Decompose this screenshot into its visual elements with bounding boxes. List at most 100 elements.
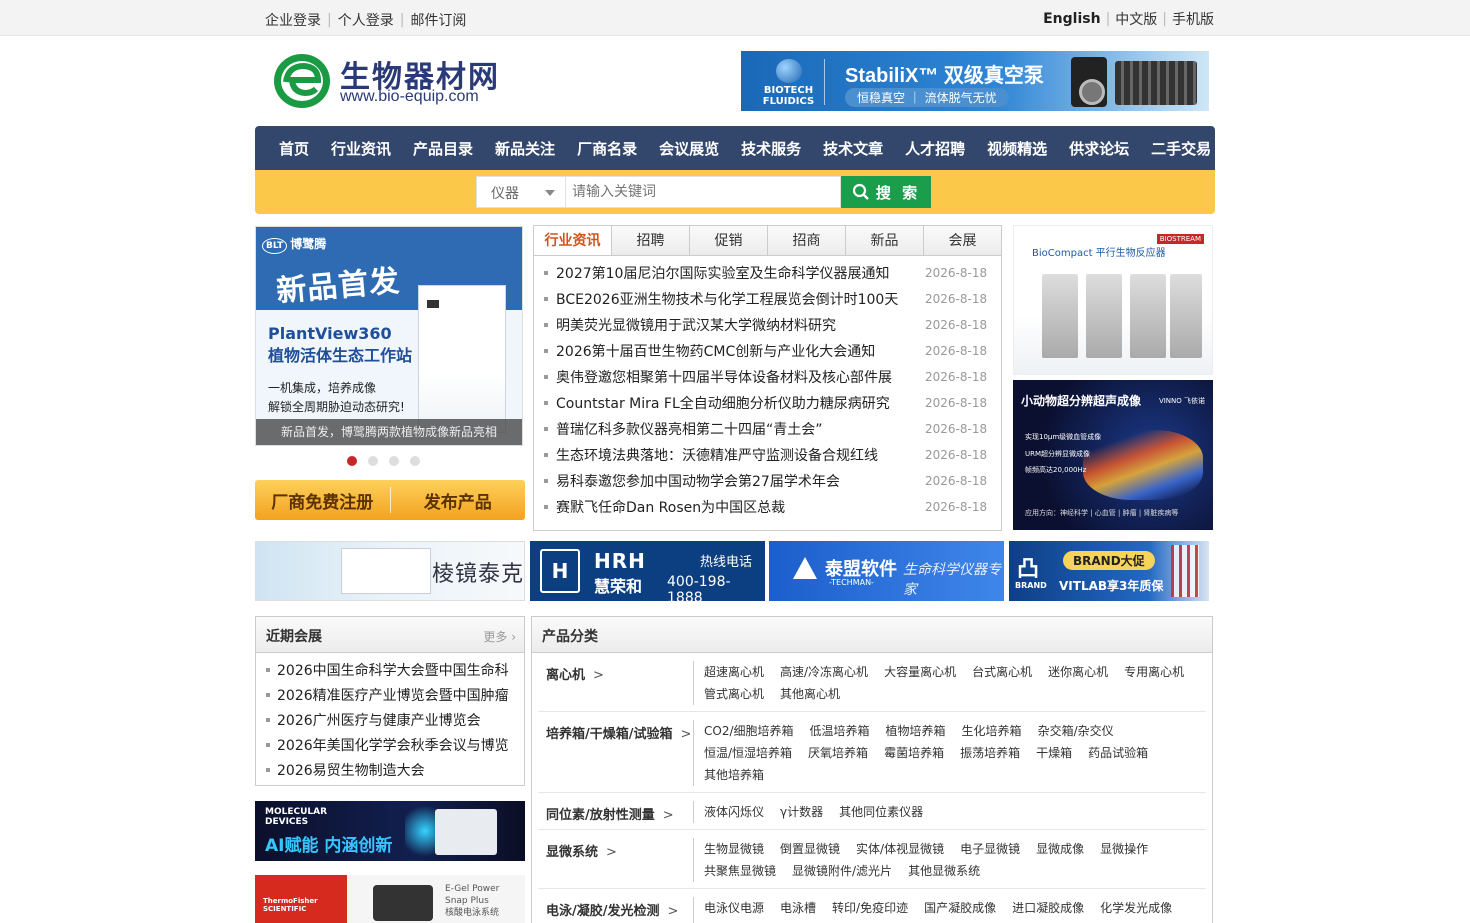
list-item[interactable]: 2026广州医疗与健康产业博览会 (266, 707, 524, 732)
tab-industry-news[interactable]: 行业资讯 (534, 226, 611, 255)
exhibition-title[interactable]: 2026广州医疗与健康产业博览会 (277, 710, 481, 730)
subcategory-link[interactable]: 恒温/恒湿培养箱 (704, 742, 792, 764)
subcategory-link[interactable]: 干燥箱 (1036, 742, 1072, 764)
news-title[interactable]: 奥伟登邀您相聚第十四届半导体设备材料及核心部件展 (556, 367, 921, 387)
list-item[interactable]: 易科泰邀您参加中国动物学会第27届学术年会 2026-8-18 (544, 468, 1001, 494)
nav-vendors[interactable]: 厂商名录 (577, 138, 637, 159)
slide-dot[interactable] (347, 456, 357, 466)
featured-slideshow[interactable]: BLT 博鹭腾 新品首发 PlantView360 植物活体生态工作站 一机集成，… (255, 226, 523, 446)
nav-secondhand[interactable]: 二手交易 (1151, 138, 1211, 159)
category-name-text[interactable]: 电泳/凝胶/发光检测 (546, 904, 660, 919)
nav-videos[interactable]: 视频精选 (987, 138, 1047, 159)
news-title[interactable]: 普瑞亿科多款仪器亮相第二十四届“青土会” (556, 419, 921, 439)
news-title[interactable]: BCE2026亚洲生物技术与化学工程展览会倒计时100天 (556, 289, 921, 309)
subcategory-link[interactable]: 国产凝胶成像 (924, 897, 996, 919)
tab-jobs[interactable]: 招聘 (611, 226, 689, 255)
subcategory-link[interactable]: 生物显微镜 (704, 838, 764, 860)
list-item[interactable]: 普瑞亿科多款仪器亮相第二十四届“青土会” 2026-8-18 (544, 416, 1001, 442)
nav-forum[interactable]: 供求论坛 (1069, 138, 1129, 159)
news-title[interactable]: 2027第10届尼泊尔国际实验室及生命科学仪器展通知 (556, 263, 921, 283)
news-title[interactable]: 明美荧光显微镜用于武汉某大学微纳材料研究 (556, 315, 921, 335)
prism-ad[interactable]: 棱镜泰克 (255, 541, 525, 601)
category-name[interactable]: 显微系统 > (538, 840, 693, 882)
site-logo[interactable]: 生物器材网 www.bio-equip.com (272, 50, 512, 112)
category-name-text[interactable]: 同位素/放射性测量 (546, 808, 655, 823)
exhibition-title[interactable]: 2026易贸生物制造大会 (277, 760, 425, 780)
nav-home[interactable]: 首页 (279, 138, 309, 159)
news-title[interactable]: 赛默飞任命Dan Rosen为中国区总裁 (556, 497, 921, 517)
thermofisher-ad[interactable]: ThermoFisher SCIENTIFIC E-Gel Power Snap P… (255, 875, 525, 923)
subcategory-link[interactable]: 迷你离心机 (1048, 661, 1108, 683)
nav-new-products[interactable]: 新品关注 (495, 138, 555, 159)
list-item[interactable]: 赛默飞任命Dan Rosen为中国区总裁 2026-8-18 (544, 494, 1001, 520)
nav-jobs[interactable]: 人才招聘 (905, 138, 965, 159)
mail-subscribe-link[interactable]: 邮件订阅 (410, 10, 466, 30)
subcategory-link[interactable]: 杂交箱/杂交仪 (1038, 720, 1114, 742)
subcategory-link[interactable]: 管式离心机 (704, 683, 764, 705)
list-item[interactable]: Countstar Mira FL全自动细胞分析仪助力糖尿病研究 2026-8-1… (544, 390, 1001, 416)
subcategory-link[interactable]: 高速/冷冻离心机 (780, 661, 868, 683)
list-item[interactable]: 2027第10届尼泊尔国际实验室及生命科学仪器展通知 2026-8-18 (544, 260, 1001, 286)
subcategory-link[interactable]: 显微操作 (1100, 838, 1148, 860)
subcategory-link[interactable]: 其他同位素仪器 (839, 801, 923, 823)
category-name[interactable]: 培养箱/干燥箱/试验箱 > (538, 722, 693, 786)
category-name-text[interactable]: 培养箱/干燥箱/试验箱 (546, 727, 673, 742)
search-category-select[interactable]: 仪器 (476, 176, 566, 208)
tab-investment[interactable]: 招商 (767, 226, 845, 255)
hrh-ad[interactable]: H HRH 慧荣和 热线电话 400-198-1888 (530, 541, 765, 601)
chinese-link[interactable]: 中文版 (1115, 9, 1157, 29)
bioreactor-ad[interactable]: BioCompact 平行生物反应器 BIOSTREAM (1013, 225, 1213, 375)
publish-product-button[interactable]: 发布产品 (391, 488, 526, 513)
header-ad-banner[interactable]: BIOTECH FLUIDICS StabiliX™ 双级真空泵 恒稳真空 ｜ … (741, 51, 1209, 111)
news-title[interactable]: 2026第十届百世生物药CMC创新与产业化大会通知 (556, 341, 921, 361)
subcategory-link[interactable]: 台式离心机 (972, 661, 1032, 683)
exhibition-title[interactable]: 2026精准医疗产业博览会暨中国肿瘤 (277, 685, 509, 705)
list-item[interactable]: 2026易贸生物制造大会 (266, 757, 524, 782)
list-item[interactable]: 2026精准医疗产业博览会暨中国肿瘤 (266, 682, 524, 707)
list-item[interactable]: 2026第十届百世生物药CMC创新与产业化大会通知 2026-8-18 (544, 338, 1001, 364)
subcategory-link[interactable]: 厌氧培养箱 (808, 742, 868, 764)
category-name[interactable]: 电泳/凝胶/发光检测 > (538, 899, 693, 923)
search-button[interactable]: 搜 索 (841, 176, 931, 208)
subcategory-link[interactable]: 振荡培养箱 (960, 742, 1020, 764)
nav-tech-articles[interactable]: 技术文章 (823, 138, 883, 159)
news-title[interactable]: Countstar Mira FL全自动细胞分析仪助力糖尿病研究 (556, 393, 921, 413)
list-item[interactable]: 2026年美国化学学会秋季会议与博览 (266, 732, 524, 757)
subcategory-link[interactable]: 其他离心机 (780, 683, 840, 705)
subcategory-link[interactable]: 显微成像 (1036, 838, 1084, 860)
subcategory-link[interactable]: 转印/免疫印迹 (832, 897, 908, 919)
subcategory-link[interactable]: γ计数器 (780, 801, 823, 823)
ultrasound-ad[interactable]: 小动物超分辨超声成像 VINNO 飞依诺 实现10μm级微血管成像 URM超分辨… (1013, 380, 1213, 530)
tab-exhibitions[interactable]: 会展 (923, 226, 1001, 255)
subcategory-link[interactable]: CO2/细胞培养箱 (704, 720, 794, 742)
list-item[interactable]: 奥伟登邀您相聚第十四届半导体设备材料及核心部件展 2026-8-18 (544, 364, 1001, 390)
nav-exhibitions[interactable]: 会议展览 (659, 138, 719, 159)
subcategory-link[interactable]: 液体闪烁仪 (704, 801, 764, 823)
vendor-register-button[interactable]: 厂商免费注册 (255, 488, 390, 513)
subcategory-link[interactable]: 化学发光成像 (1100, 897, 1172, 919)
english-link[interactable]: English (1043, 11, 1100, 27)
search-input[interactable] (566, 176, 841, 208)
subcategory-link[interactable]: 倒置显微镜 (780, 838, 840, 860)
molecular-devices-ad[interactable]: MOLECULAR DEVICES AI赋能 内涵创新 (255, 801, 525, 861)
subcategory-link[interactable]: 共聚焦显微镜 (704, 860, 776, 882)
more-link[interactable]: 更多 › (483, 628, 516, 645)
mobile-link[interactable]: 手机版 (1172, 9, 1214, 29)
company-login-link[interactable]: 企业登录 (265, 10, 321, 30)
subcategory-link[interactable]: 生化培养箱 (962, 720, 1022, 742)
personal-login-link[interactable]: 个人登录 (338, 10, 394, 30)
slide-dot[interactable] (389, 456, 399, 466)
subcategory-link[interactable]: 超速离心机 (704, 661, 764, 683)
subcategory-link[interactable]: 霉菌培养箱 (884, 742, 944, 764)
category-name[interactable]: 离心机 > (538, 663, 693, 705)
category-name-text[interactable]: 离心机 (546, 668, 585, 683)
subcategory-link[interactable]: 其他培养箱 (704, 764, 764, 786)
news-title[interactable]: 易科泰邀您参加中国动物学会第27届学术年会 (556, 471, 921, 491)
subcategory-link[interactable]: 植物培养箱 (886, 720, 946, 742)
exhibition-title[interactable]: 2026年美国化学学会秋季会议与博览 (277, 735, 509, 755)
list-item[interactable]: 2026中国生命科学大会暨中国生命科 (266, 657, 524, 682)
subcategory-link[interactable]: 实体/体视显微镜 (856, 838, 944, 860)
tab-promotions[interactable]: 促销 (689, 226, 767, 255)
category-name[interactable]: 同位素/放射性测量 > (538, 803, 693, 823)
techman-ad[interactable]: 泰盟软件 -TECHMAN- 生命科学仪器专家 (769, 541, 1004, 601)
